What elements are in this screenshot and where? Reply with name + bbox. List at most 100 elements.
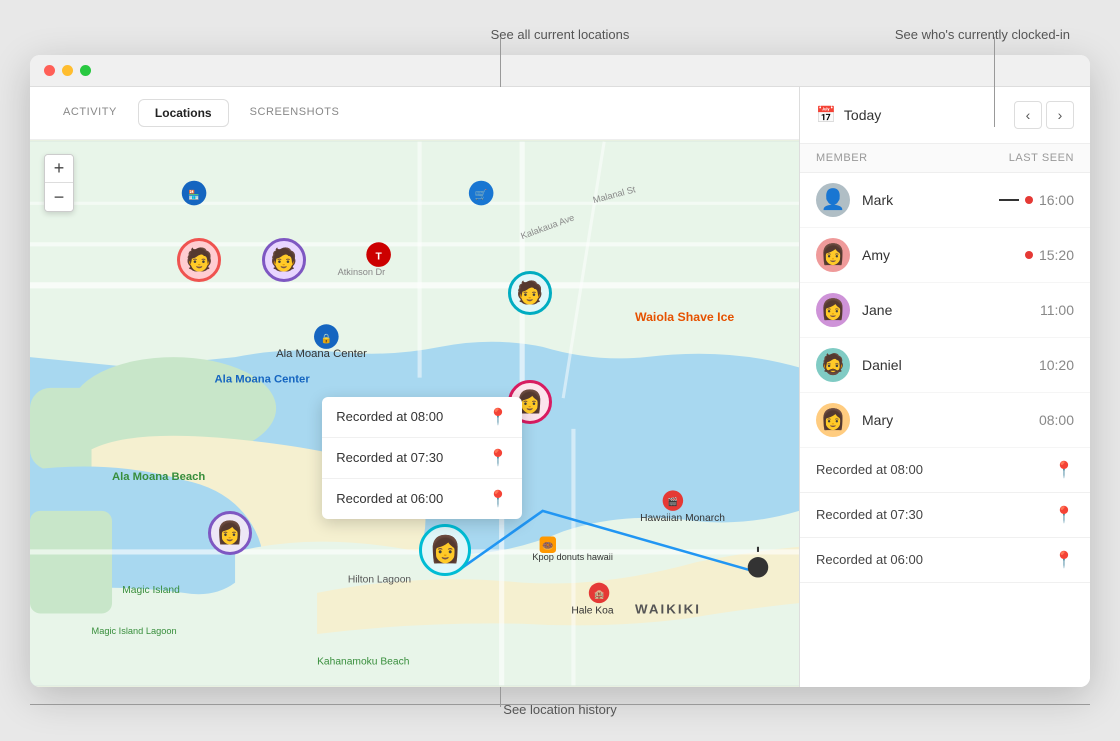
amy-time-group: 15:20 [1025, 247, 1074, 263]
svg-text:🎬: 🎬 [668, 496, 678, 506]
location-text-3: Recorded at 06:00 [816, 552, 923, 567]
member-name-mark: Mark [862, 192, 999, 208]
svg-text:🔒: 🔒 [321, 333, 332, 344]
avatar-amy: 👩 [816, 238, 850, 272]
daniel-time: 10:20 [1039, 357, 1074, 373]
location-history-row-3[interactable]: Recorded at 06:00 📍 [800, 538, 1090, 583]
left-panel: ACTIVITY Locations Screenshots [30, 87, 800, 687]
popup-pin-2: 📍 [488, 448, 508, 468]
popup-pin-3: 📍 [488, 489, 508, 509]
annotation-line-bottom [30, 704, 1090, 705]
avatar-daniel: 🧔 [816, 348, 850, 382]
popup-pin-1: 📍 [488, 407, 508, 427]
popup-row-2: Recorded at 07:30 📍 [322, 438, 522, 479]
svg-text:Ala Moana Beach: Ala Moana Beach [112, 471, 205, 483]
annotation-top-right: See who's currently clocked-in [895, 27, 1070, 42]
svg-text:Ala Moana Center: Ala Moana Center [276, 348, 367, 360]
member-row-amy[interactable]: 👩 Amy 15:20 [800, 228, 1090, 283]
jane-time: 11:00 [1040, 302, 1074, 318]
calendar-icon: 📅 [816, 105, 836, 125]
map-pin-avatar-4: 🧑 [177, 238, 221, 282]
col-last-seen: LAST SEEN [1009, 152, 1074, 164]
location-text-2: Recorded at 07:30 [816, 507, 923, 522]
svg-text:WAIKIKI: WAIKIKI [635, 601, 701, 616]
member-name-mary: Mary [862, 412, 1039, 428]
zoom-in-button[interactable]: + [45, 155, 73, 183]
tab-locations[interactable]: Locations [138, 99, 229, 127]
svg-text:Hale Koa: Hale Koa [571, 605, 613, 616]
popup-row-1: Recorded at 08:00 📍 [322, 397, 522, 438]
member-row-jane[interactable]: 👩 Jane 11:00 [800, 283, 1090, 338]
date-selector: 📅 Today [816, 105, 881, 125]
location-history-row-2[interactable]: Recorded at 07:30 📍 [800, 493, 1090, 538]
svg-text:🍩: 🍩 [542, 540, 554, 550]
svg-text:Ala Moana Center: Ala Moana Center [215, 373, 311, 385]
col-member: MEMBER [816, 152, 868, 164]
tab-activity[interactable]: ACTIVITY [46, 99, 134, 127]
map-pin-avatar-main: 👩 [419, 524, 471, 576]
popup-text-2: Recorded at 07:30 [336, 450, 443, 465]
svg-text:Kpop donuts hawaii: Kpop donuts hawaii [532, 552, 612, 562]
mary-time: 08:00 [1039, 412, 1074, 428]
location-pin-1: 📍 [1054, 460, 1074, 480]
svg-text:Magic Island Lagoon: Magic Island Lagoon [92, 625, 177, 635]
popup-text-1: Recorded at 08:00 [336, 409, 443, 424]
zoom-out-button[interactable]: − [45, 183, 73, 211]
amy-time: 15:20 [1039, 247, 1074, 263]
mark-dot [1025, 196, 1033, 204]
location-pin-3: 📍 [1054, 550, 1074, 570]
outer-wrapper: See all current locations See who's curr… [30, 55, 1090, 687]
map-controls: + − [44, 154, 74, 212]
svg-text:Waiola Shave Ice: Waiola Shave Ice [635, 310, 734, 324]
popup-text-3: Recorded at 06:00 [336, 491, 443, 506]
table-header: MEMBER LAST SEEN [800, 144, 1090, 173]
mark-time: 16:00 [1039, 192, 1074, 208]
location-text-1: Recorded at 08:00 [816, 462, 923, 477]
mark-time-group: 16:00 [999, 192, 1074, 208]
avatar-mark: 👤 [816, 183, 850, 217]
map-pin-avatar-2: 🧑 [508, 271, 552, 315]
annotation-line-right [994, 37, 995, 127]
right-panel: 📅 Today ‹ › MEMBER LAST SEEN [800, 87, 1090, 687]
mark-line [999, 199, 1019, 201]
svg-text:T: T [375, 251, 382, 262]
member-row-mark[interactable]: 👤 Mark 16:00 [800, 173, 1090, 228]
map-area: T 🛒 🏪 🔒 [30, 140, 799, 687]
tab-bar: ACTIVITY Locations Screenshots [30, 87, 799, 140]
app-window: ACTIVITY Locations Screenshots [30, 55, 1090, 687]
map-pin-avatar-1: 🧑 [262, 238, 306, 282]
member-name-amy: Amy [862, 247, 1025, 263]
svg-text:Hawaiian Monarch: Hawaiian Monarch [640, 513, 725, 524]
svg-text:Hilton Lagoon: Hilton Lagoon [348, 574, 412, 585]
right-header: 📅 Today ‹ › [800, 87, 1090, 144]
svg-text:🏨: 🏨 [594, 590, 604, 600]
title-bar [30, 55, 1090, 87]
member-name-daniel: Daniel [862, 357, 1039, 373]
minimize-dot [62, 65, 73, 76]
svg-text:Magic Island: Magic Island [122, 584, 180, 595]
map-pin-avatar-5: 👩 [208, 511, 252, 555]
svg-text:🛒: 🛒 [475, 188, 488, 201]
member-row-daniel[interactable]: 🧔 Daniel 10:20 [800, 338, 1090, 393]
expand-dot [80, 65, 91, 76]
next-button[interactable]: › [1046, 101, 1074, 129]
svg-text:Kahanamoku Beach: Kahanamoku Beach [317, 656, 410, 667]
nav-arrows: ‹ › [1014, 101, 1074, 129]
tab-screenshots[interactable]: Screenshots [233, 99, 357, 127]
location-pin-2: 📍 [1054, 505, 1074, 525]
location-history-row-1[interactable]: Recorded at 08:00 📍 [800, 448, 1090, 493]
member-name-jane: Jane [862, 302, 1040, 318]
members-table: 👤 Mark 16:00 👩 Amy [800, 173, 1090, 687]
svg-text:Atkinson Dr: Atkinson Dr [338, 267, 386, 277]
prev-button[interactable]: ‹ [1014, 101, 1042, 129]
close-dot [44, 65, 55, 76]
avatar-jane: 👩 [816, 293, 850, 327]
annotation-top-center: See all current locations [491, 27, 630, 42]
member-row-mary[interactable]: 👩 Mary 08:00 [800, 393, 1090, 448]
avatar-mary: 👩 [816, 403, 850, 437]
map-popup: Recorded at 08:00 📍 Recorded at 07:30 📍 … [322, 397, 522, 519]
svg-text:🏪: 🏪 [188, 189, 199, 201]
main-content: ACTIVITY Locations Screenshots [30, 87, 1090, 687]
amy-dot [1025, 251, 1033, 259]
today-label: Today [844, 107, 881, 123]
